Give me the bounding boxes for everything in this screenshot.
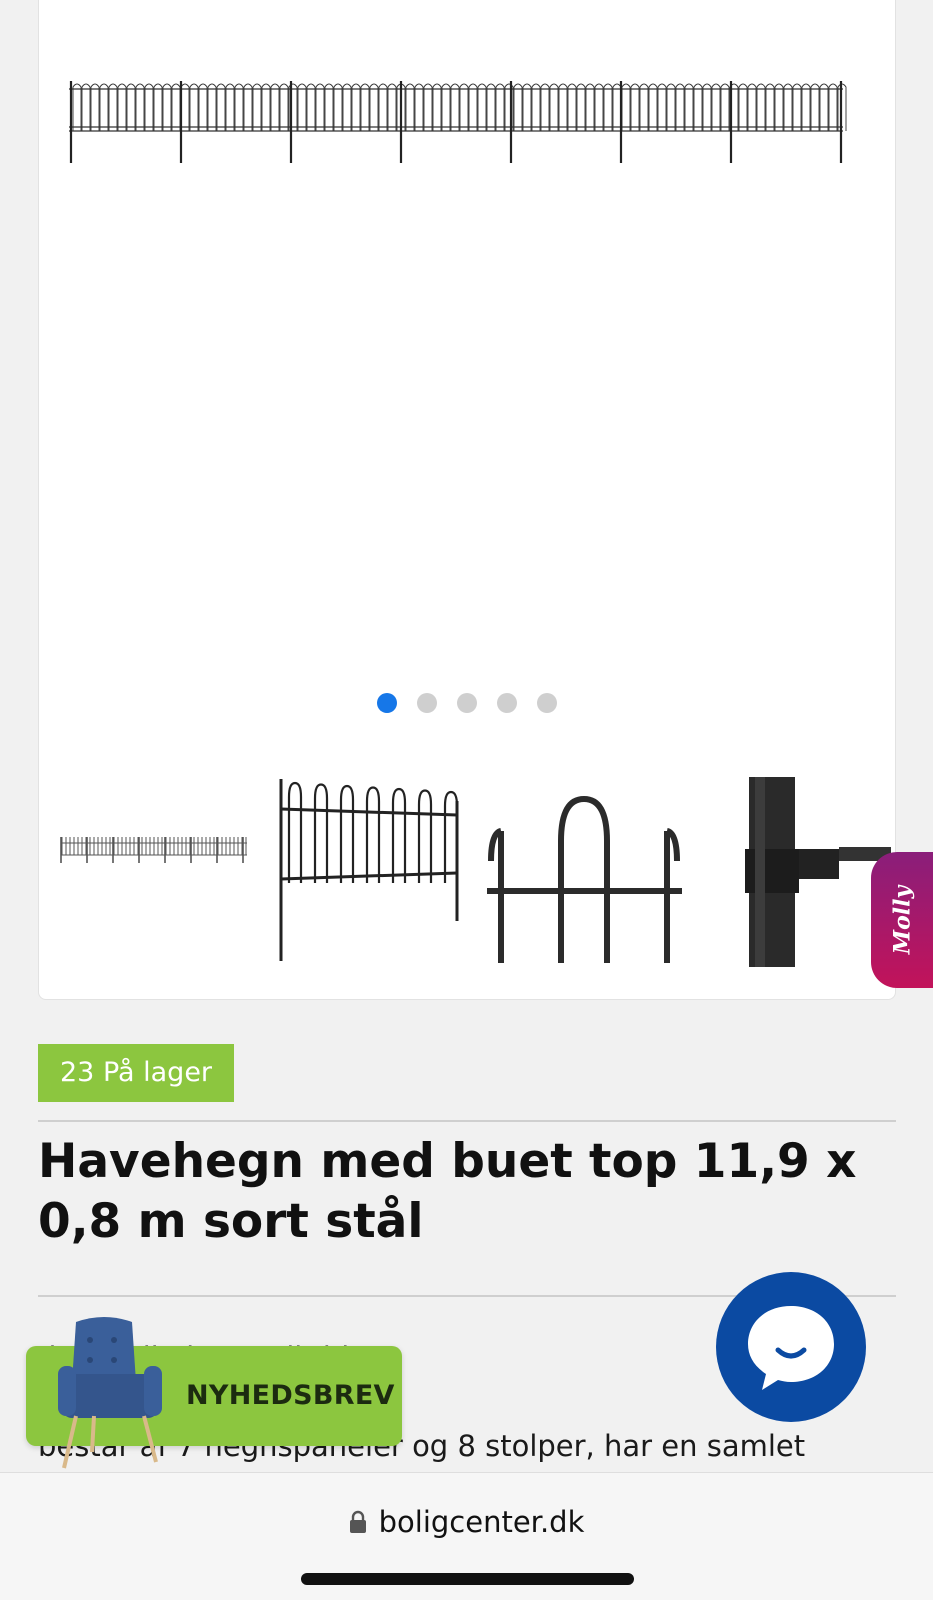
thumbnail-fence-panel[interactable] xyxy=(277,771,462,971)
thumbnail-fence-post[interactable] xyxy=(731,771,891,971)
chat-bubble-icon xyxy=(748,1306,834,1390)
product-title: Havehegn med buet top 11,9 x 0,8 m sort … xyxy=(38,1134,857,1249)
newsletter-button[interactable]: NYHEDSBREV xyxy=(26,1317,402,1469)
carousel-dot[interactable] xyxy=(497,693,517,713)
browser-bottom-bar: boligcenter.dk xyxy=(0,1472,933,1600)
address-bar[interactable]: boligcenter.dk xyxy=(0,1505,933,1539)
thumbnail-fence-arches[interactable] xyxy=(487,771,682,971)
home-indicator[interactable] xyxy=(301,1573,634,1585)
chair-icon xyxy=(58,1317,162,1469)
chat-button[interactable] xyxy=(716,1272,866,1422)
stock-badge: 23 På lager xyxy=(38,1044,235,1102)
molly-label: Molly xyxy=(889,885,915,955)
carousel-dot[interactable] xyxy=(537,693,557,713)
url-text: boligcenter.dk xyxy=(378,1505,585,1539)
thumbnail-fence-full[interactable] xyxy=(59,771,249,971)
lock-icon xyxy=(349,1510,366,1533)
carousel-dot-active[interactable] xyxy=(377,693,397,713)
main-product-image[interactable] xyxy=(69,81,864,181)
carousel-dot[interactable] xyxy=(457,693,477,713)
carousel-dot[interactable] xyxy=(417,693,437,713)
molly-tab[interactable]: Molly xyxy=(871,852,933,988)
newsletter-label: NYHEDSBREV xyxy=(186,1380,395,1411)
carousel-dots xyxy=(39,693,895,713)
thumbnail-strip xyxy=(59,771,891,971)
product-gallery-card xyxy=(38,0,896,1000)
divider xyxy=(38,1120,896,1122)
